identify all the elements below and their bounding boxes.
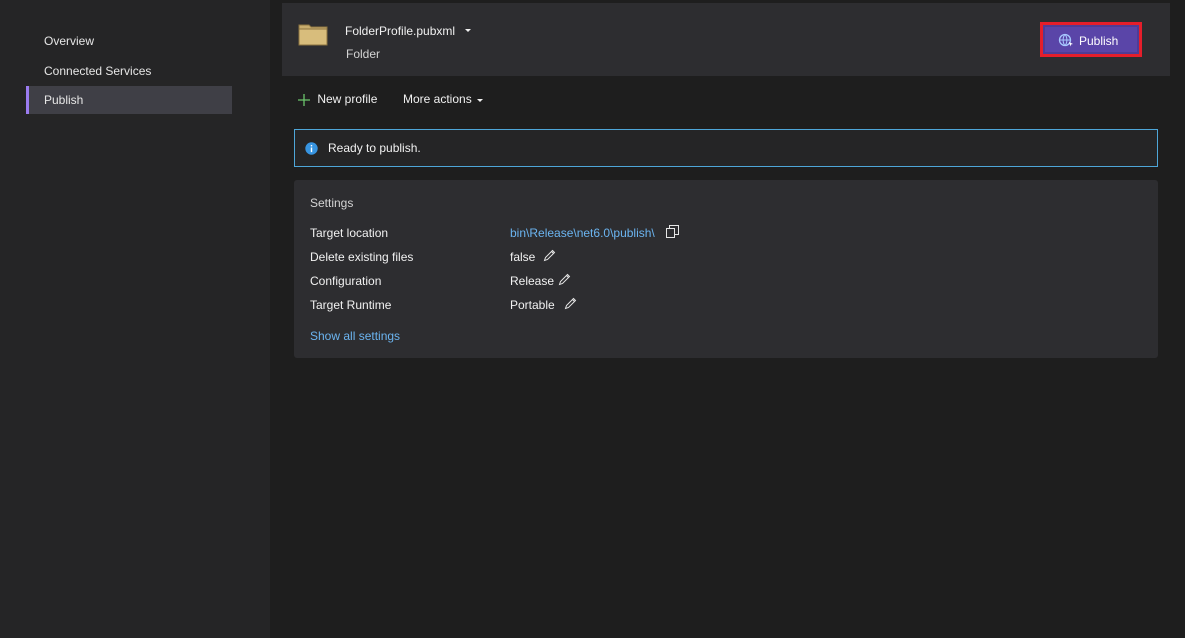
sidebar: Overview Connected Services Publish [0, 0, 270, 638]
profile-type: Folder [346, 47, 381, 61]
settings-panel: Settings Target location bin\Release\net… [294, 180, 1158, 358]
sidebar-item-label: Connected Services [44, 64, 152, 78]
pencil-icon[interactable] [543, 249, 556, 262]
setting-value-delete-existing-files: false [510, 250, 536, 264]
more-actions-label: More actions [403, 92, 472, 106]
profile-header: FolderProfile.pubxml Folder [282, 3, 1170, 76]
show-all-settings-link[interactable]: Show all settings [310, 329, 400, 343]
sidebar-item-connected-services[interactable]: Connected Services [26, 57, 232, 85]
setting-label-target-location: Target location [310, 226, 389, 240]
sidebar-item-label: Overview [44, 34, 95, 48]
pencil-icon[interactable] [558, 273, 571, 286]
setting-label-target-runtime: Target Runtime [310, 298, 392, 312]
more-actions-button[interactable]: More actions [403, 90, 485, 108]
setting-value-configuration: Release [510, 274, 555, 288]
new-profile-label: New profile [317, 92, 378, 106]
sidebar-item-publish[interactable]: Publish [26, 86, 232, 114]
publish-button-label: Publish [1079, 34, 1119, 48]
info-message: Ready to publish. [328, 141, 421, 155]
setting-label-delete-existing-files: Delete existing files [310, 250, 414, 264]
setting-value-target-runtime: Portable [510, 298, 555, 312]
pencil-icon[interactable] [564, 297, 577, 310]
sidebar-item-overview[interactable]: Overview [26, 27, 232, 55]
setting-value-target-location[interactable]: bin\Release\net6.0\publish\ [510, 226, 655, 240]
info-bar: Ready to publish. [294, 129, 1158, 167]
globe-publish-icon [1058, 33, 1073, 47]
plus-icon [298, 93, 310, 106]
settings-title: Settings [310, 196, 354, 210]
new-profile-button[interactable]: New profile [297, 90, 377, 108]
chevron-down-icon[interactable] [463, 25, 473, 35]
setting-label-configuration: Configuration [310, 274, 382, 288]
publish-button[interactable]: Publish [1040, 22, 1142, 57]
copy-icon[interactable] [666, 225, 679, 238]
sidebar-item-label: Publish [44, 93, 84, 107]
folder-icon [298, 24, 328, 46]
chevron-down-icon [477, 98, 484, 102]
info-icon [305, 142, 318, 155]
profile-name[interactable]: FolderProfile.pubxml [345, 24, 455, 38]
